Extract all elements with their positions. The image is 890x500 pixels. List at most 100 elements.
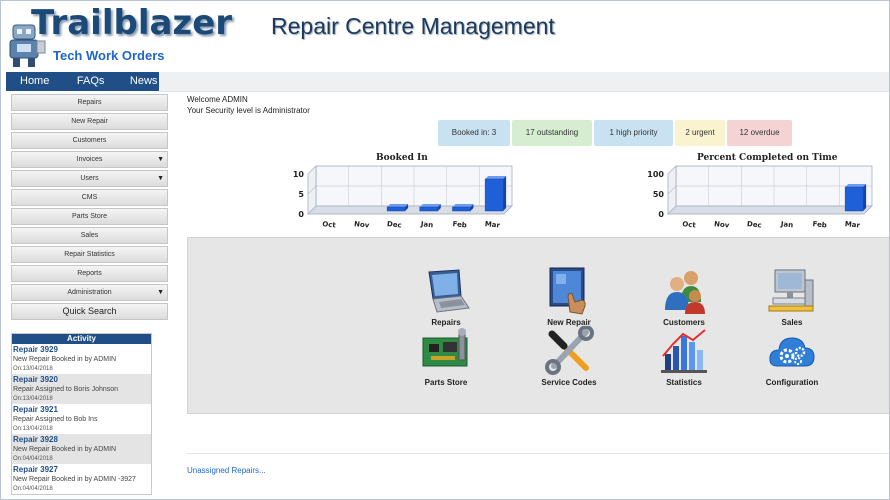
sidebar-item-sales[interactable]: Sales (11, 227, 168, 244)
tile-label: Parts Store (424, 378, 468, 387)
tile-configuration[interactable]: Configuration (742, 326, 842, 387)
activity-item-date: On:13/04/2018 (13, 366, 53, 372)
x-tick-label: Jan (419, 220, 433, 229)
cloud-gears-icon (769, 337, 815, 367)
sidebar-item-label: Repair Statistics (64, 251, 115, 258)
quick-search-button[interactable]: Quick Search (11, 303, 168, 320)
sidebar-item-customers[interactable]: Customers (11, 132, 168, 149)
sidebar-item-label: CMS (81, 194, 98, 201)
nav-home[interactable]: Home (6, 72, 55, 91)
sidebar-item-repair-statistics[interactable]: Repair Statistics (11, 246, 168, 263)
sidebar-item-cms[interactable]: CMS (11, 189, 168, 206)
nav-strip (159, 72, 889, 92)
brand-subtitle: Tech Work Orders (53, 48, 165, 63)
sidebar-item-reports[interactable]: Reports (11, 265, 168, 282)
activity-item-link[interactable]: Repair 3921 (13, 405, 150, 415)
activity-item: Repair 3921 Repair Assigned to Bob Ins O… (12, 404, 151, 434)
stat-outstanding-badge[interactable]: 17 outstanding (512, 120, 592, 146)
security-level-line: Your Security level is Administrator (187, 106, 310, 115)
x-tick-label: Nov (354, 220, 370, 230)
tile-service-codes[interactable]: Service Codes (519, 326, 619, 387)
statistics-icon (661, 329, 707, 373)
tile-repairs[interactable]: Repairs (396, 266, 496, 327)
activity-item-date: On:04/04/2018 (13, 486, 53, 492)
tile-label: Configuration (765, 378, 819, 387)
tile-label: Statistics (666, 378, 702, 387)
stat-booked-in-badge[interactable]: Booked in: 3 (438, 120, 510, 146)
caret-down-icon: ▼ (157, 156, 164, 163)
activity-item-date: On:13/04/2018 (13, 396, 53, 402)
activity-panel: Activity Repair 3929 New Repair Booked i… (11, 333, 152, 495)
tile-customers[interactable]: Customers (634, 266, 734, 327)
caret-down-icon: ▼ (157, 175, 164, 182)
sidebar-item-label: Users (80, 175, 99, 182)
x-tick-label: Nov (714, 220, 730, 230)
activity-item-link[interactable]: Repair 3927 (13, 465, 150, 475)
tile-label: Service Codes (541, 378, 597, 387)
sidebar-item-label: Reports (77, 270, 102, 277)
y-tick-label: 50 (653, 190, 665, 199)
tile-sales[interactable]: Sales (742, 266, 842, 327)
x-tick-label: Oct (322, 220, 337, 229)
sidebar-item-label: Administration (67, 289, 112, 296)
sidebar-item-users[interactable]: Users ▼ (11, 170, 168, 187)
activity-item: Repair 3927 New Repair Booked in by ADMI… (12, 464, 151, 494)
x-tick-label: Dec (747, 220, 762, 229)
activity-item-date: On:13/04/2018 (13, 426, 53, 432)
tile-new-repair[interactable]: New Repair (519, 266, 619, 327)
booked-in-chart: 10 5 0 Oct Nov Dec Jan Feb Mar (293, 165, 513, 230)
x-tick-label: Mar (484, 220, 500, 230)
unassigned-repairs-link[interactable]: Unassigned Repairs... (187, 466, 266, 475)
nav-news[interactable]: News (110, 72, 159, 91)
stat-urgent-badge[interactable]: 2 urgent (675, 120, 725, 146)
sidebar-item-label: New Repair (71, 118, 108, 125)
y-tick-label: 100 (647, 170, 664, 179)
activity-item: Repair 3929 New Repair Booked in by ADMI… (12, 344, 151, 374)
sidebar-item-parts-store[interactable]: Parts Store (11, 208, 168, 225)
activity-item-link[interactable]: Repair 3929 (13, 345, 150, 355)
x-tick-label: Jan (779, 220, 793, 229)
sales-icon (768, 269, 814, 312)
circuit-board-icon (422, 328, 468, 367)
tile-statistics[interactable]: Statistics (634, 326, 734, 387)
sidebar-item-new-repair[interactable]: New Repair (11, 113, 168, 130)
activity-item: Repair 3920 Repair Assigned to Boris Joh… (12, 374, 151, 404)
activity-item-link[interactable]: Repair 3920 (13, 375, 150, 385)
divider (187, 453, 889, 454)
activity-item-desc: New Repair Booked in by ADMIN (13, 356, 117, 363)
app-title: Repair Centre Management (271, 13, 555, 39)
welcome-line: Welcome ADMIN (187, 95, 248, 104)
tile-parts-store[interactable]: Parts Store (396, 326, 496, 387)
sidebar-item-label: Repairs (77, 99, 102, 106)
sidebar-item-administration[interactable]: Administration ▼ (11, 284, 168, 301)
y-tick-label: 10 (293, 170, 305, 179)
activity-item-desc: Repair Assigned to Bob Ins (13, 416, 98, 423)
y-tick-label: 0 (298, 210, 304, 219)
brand-logo: Trailblazer (31, 3, 233, 43)
x-tick-label: Mar (844, 220, 860, 230)
x-tick-label: Feb (452, 220, 467, 229)
nav-faqs[interactable]: FAQs (55, 72, 110, 91)
activity-item-link[interactable]: Repair 3928 (13, 435, 150, 445)
stat-high-priority-badge[interactable]: 1 high priority (594, 120, 673, 146)
caret-down-icon: ▼ (157, 289, 164, 296)
sidebar-item-label: Parts Store (71, 213, 107, 220)
activity-item-desc: New Repair Booked in by ADMIN -3927 (13, 476, 136, 483)
welcome-message: Welcome ADMIN Your Security level is Adm… (187, 94, 310, 116)
stat-overdue-badge[interactable]: 12 overdue (727, 120, 792, 146)
activity-item: Repair 3928 New Repair Booked in by ADMI… (12, 434, 151, 464)
sidebar-item-label: Invoices (76, 156, 103, 163)
completed-on-time-chart-title: Percent Completed on Time (697, 153, 838, 163)
booked-in-chart-title: Booked In (376, 153, 428, 163)
y-tick-label: 5 (298, 190, 304, 199)
y-tick-label: 0 (658, 210, 664, 219)
sidebar-item-repairs[interactable]: Repairs (11, 94, 168, 111)
sidebar-item-label: Customers (72, 137, 107, 144)
completed-on-time-chart: 100 50 0 Oct Nov Dec Jan Feb Mar (647, 165, 873, 230)
activity-header: Activity (12, 334, 151, 344)
sidebar-menu: Repairs New Repair Customers Invoices ▼ U… (11, 94, 168, 320)
touchscreen-icon (549, 267, 586, 315)
customers-icon (665, 271, 705, 314)
tools-icon (545, 326, 594, 375)
sidebar-item-invoices[interactable]: Invoices ▼ (11, 151, 168, 168)
